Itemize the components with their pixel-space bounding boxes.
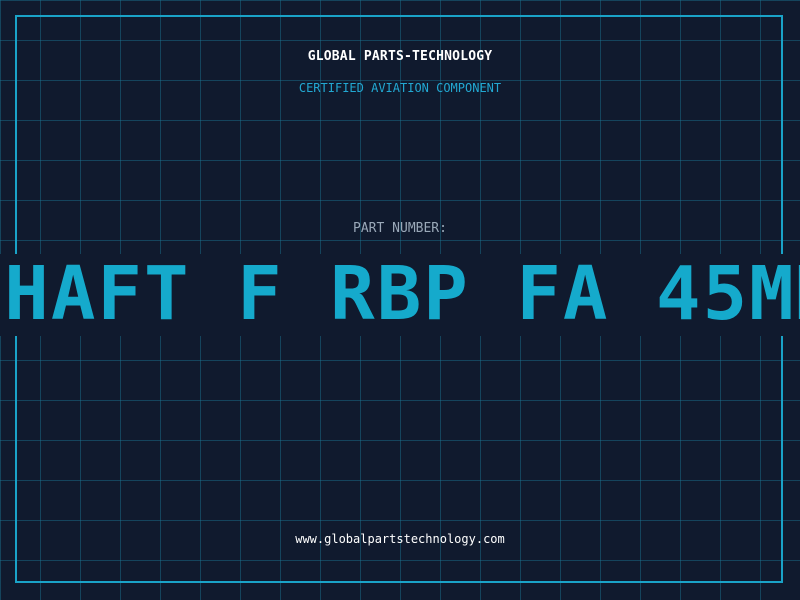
certification-subtitle: CERTIFIED AVIATION COMPONENT: [298, 81, 502, 95]
part-number-label: PART NUMBER:: [353, 221, 447, 236]
part-number-band: SHAFT F RBP FA 45MM: [0, 254, 800, 336]
company-name: GLOBAL PARTS-TECHNOLOGY: [307, 49, 493, 64]
website-url[interactable]: www.globalpartstechnology.com: [0, 532, 800, 546]
part-number-value: SHAFT F RBP FA 45MM: [0, 254, 800, 336]
label-canvas: GLOBAL PARTS-TECHNOLOGY CERTIFIED AVIATI…: [0, 0, 800, 600]
